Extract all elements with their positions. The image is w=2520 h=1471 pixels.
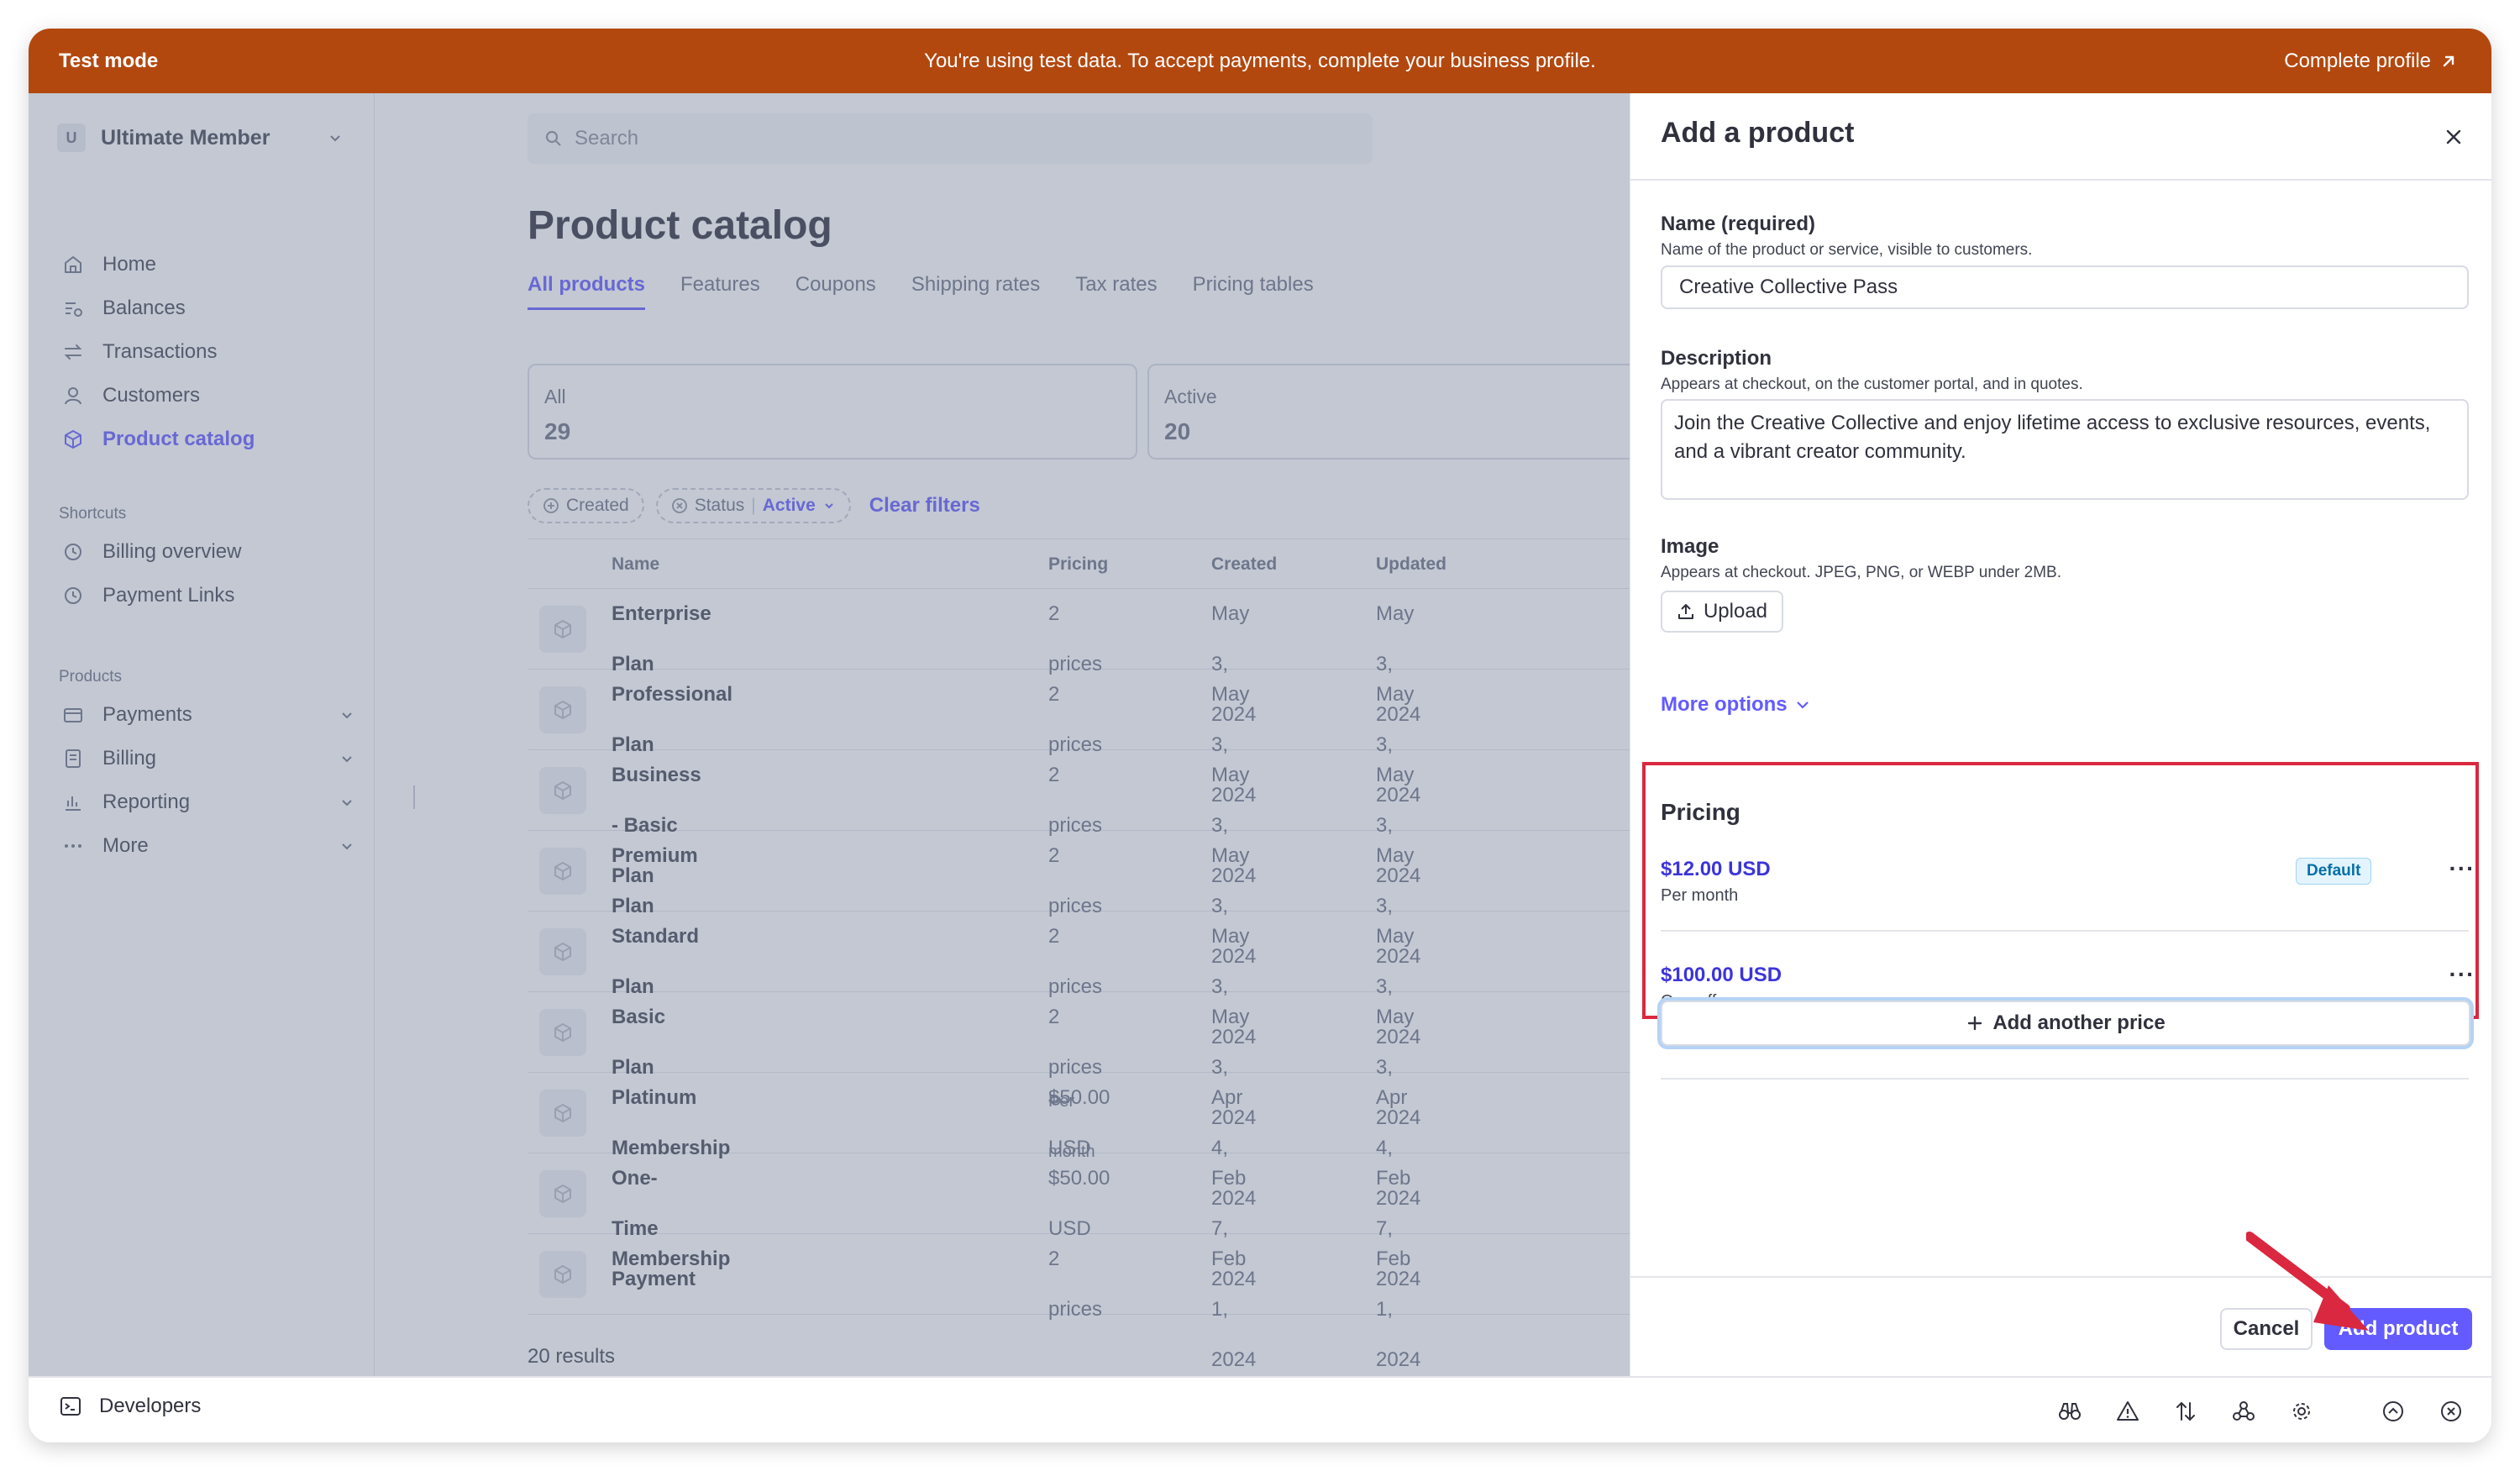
price-menu-button[interactable]: ··· [2444, 855, 2481, 881]
plus-icon [1968, 1016, 1982, 1031]
description-help: Appears at checkout, on the customer por… [1661, 376, 2083, 393]
image-help: Appears at checkout. JPEG, PNG, or WEBP … [1661, 564, 2061, 581]
drawer-title: Add a product [1661, 117, 1855, 149]
developers-label: Developers [99, 1395, 202, 1417]
close-button[interactable] [2435, 118, 2472, 155]
screenshot-frame: Test mode You're using test data. To acc… [0, 0, 2520, 1471]
external-arrow-icon [2443, 55, 2454, 66]
developers-bar: Developers [29, 1376, 2491, 1442]
errors-button[interactable] [2109, 1393, 2146, 1430]
developers-toggle[interactable]: Developers [59, 1395, 201, 1418]
name-label: Name (required) [1661, 213, 1816, 235]
chevron-down-icon [1796, 701, 1809, 709]
close-circle-icon [2441, 1401, 2461, 1421]
inspect-button[interactable] [2051, 1393, 2088, 1430]
more-options-toggle[interactable]: More options [1661, 693, 1811, 717]
close-devbar-button[interactable] [2433, 1393, 2470, 1430]
upload-label: Upload [1703, 600, 1768, 623]
add-product-button[interactable]: Add product [2324, 1308, 2472, 1350]
cancel-button[interactable]: Cancel [2220, 1308, 2313, 1350]
section-divider [1661, 1078, 2469, 1080]
developer-tools [2030, 1393, 2470, 1430]
add-another-price-label: Add another price [1992, 1011, 2166, 1034]
requests-button[interactable] [2167, 1393, 2204, 1430]
terminal-icon [60, 1397, 81, 1416]
test-mode-banner: Test mode You're using test data. To acc… [29, 29, 2491, 93]
name-help: Name of the product or service, visible … [1661, 241, 2033, 259]
pricing-title: Pricing [1661, 799, 1740, 825]
complete-profile-link[interactable]: Complete profile [2284, 50, 2458, 73]
webhooks-button[interactable] [2225, 1393, 2262, 1430]
upload-button[interactable]: Upload [1661, 591, 1783, 633]
warning-icon [2117, 1401, 2139, 1421]
sort-arrows-icon [2176, 1401, 2195, 1421]
dashboard-window: Test mode You're using test data. To acc… [29, 29, 2491, 1442]
close-icon [2446, 129, 2461, 144]
default-badge: Default [2296, 858, 2372, 885]
test-mode-label: Test mode [59, 49, 159, 72]
upload-icon [1677, 604, 1693, 619]
price-amount[interactable]: $100.00 USD [1661, 964, 1782, 987]
add-another-price-button[interactable]: Add another price [1661, 1001, 2470, 1046]
more-options-label: More options [1661, 693, 1788, 716]
test-mode-message: You're using test data. To accept paymen… [924, 49, 1596, 72]
chevron-up-circle-icon [2383, 1401, 2403, 1421]
complete-profile-label: Complete profile [2284, 49, 2431, 72]
webhook-icon [2233, 1401, 2255, 1421]
description-textarea[interactable]: Join the Creative Collective and enjoy l… [1661, 399, 2469, 500]
description-label: Description [1661, 347, 1772, 370]
price-divider [1661, 930, 2469, 932]
product-name-input[interactable] [1661, 265, 2469, 309]
more-horizontal-icon: ··· [2449, 961, 2475, 987]
gear-icon [2293, 1403, 2310, 1420]
binoculars-icon [2059, 1403, 2081, 1420]
price-amount[interactable]: $12.00 USD [1661, 858, 1771, 881]
settings-button[interactable] [2283, 1393, 2320, 1430]
modal-backdrop[interactable] [29, 93, 1630, 1376]
add-product-drawer: Add a product Name (required) Name of th… [1630, 93, 2491, 1376]
expand-button[interactable] [2375, 1393, 2412, 1430]
image-label: Image [1661, 535, 1719, 558]
price-menu-button[interactable]: ··· [2444, 961, 2481, 987]
drawer-footer: Cancel Add product [1630, 1276, 2491, 1376]
price-interval: Per month [1661, 886, 1739, 905]
more-horizontal-icon: ··· [2449, 855, 2475, 881]
drawer-header: Add a product [1630, 93, 2491, 181]
